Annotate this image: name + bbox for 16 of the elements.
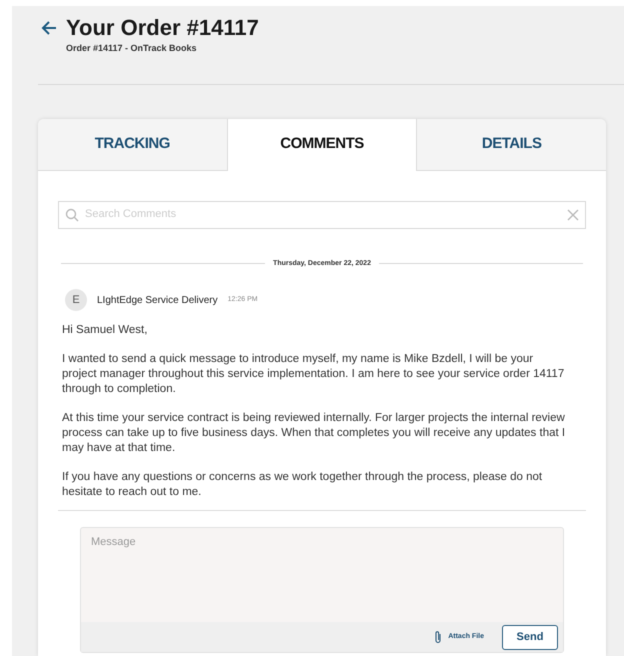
search-icon — [65, 208, 79, 222]
comment-paragraph: If you have any questions or concerns as we work together through the process, please do not hesitate to reach out to me. — [62, 470, 544, 500]
comment-paragraph: Hi Samuel West, — [62, 323, 148, 338]
send-button[interactable]: Send — [502, 624, 558, 650]
comment-paragraph: At this time your service contract is being reviewed internally. For larger projects the internal review process can take up to five business days. When that completes you will receive any updates that I may have at that time. — [62, 411, 566, 456]
comment-paragraph: I wanted to send a quick message to introduce myself, my name is Mike Bzdell, I will be your project manager throughout this service implementation. I am here to see your service order 14117 through to completion. — [62, 352, 566, 397]
back-arrow-icon[interactable] — [40, 19, 58, 37]
message-field[interactable]: Message — [81, 528, 563, 622]
paperclip-icon — [434, 630, 442, 644]
avatar: E — [65, 289, 87, 311]
comment-author: LIghtEdge Service Delivery — [97, 294, 218, 308]
page-title: Your Order #14117 — [66, 16, 259, 40]
tab[interactable]: TRACKING — [38, 118, 227, 170]
page-subtitle: Order #14117 - OnTrack Books — [66, 42, 198, 55]
tab[interactable]: DETAILS — [417, 118, 606, 170]
tab[interactable]: COMMENTS — [226, 118, 418, 170]
